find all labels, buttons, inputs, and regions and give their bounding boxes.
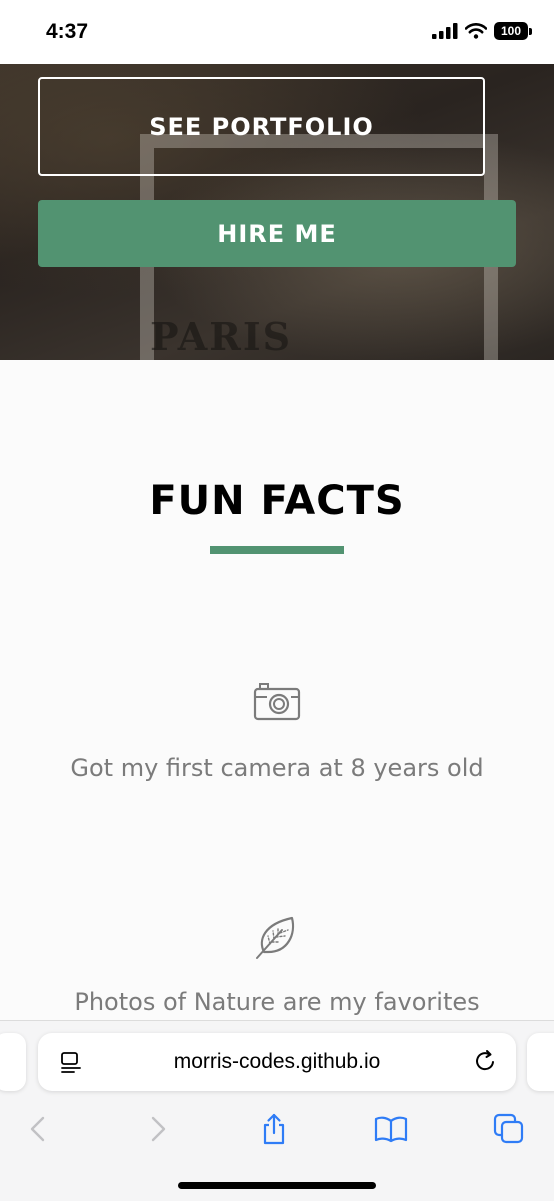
fun-facts-title: FUN FACTS: [149, 478, 405, 524]
see-portfolio-button[interactable]: SEE PORTFOLIO: [38, 77, 485, 176]
status-time: 4:37: [46, 20, 89, 43]
tabs-icon: [493, 1113, 524, 1144]
fact-text: Photos of Nature are my favorites: [74, 988, 480, 1016]
cellular-signal-icon: [432, 23, 458, 39]
reload-icon[interactable]: [474, 1049, 498, 1073]
bookmarks-button[interactable]: [371, 1109, 411, 1149]
battery-icon: 100: [494, 22, 532, 40]
status-icons: 100: [432, 22, 532, 40]
share-button[interactable]: [254, 1109, 294, 1149]
forward-button[interactable]: [138, 1109, 178, 1149]
next-tab-preview[interactable]: [527, 1033, 554, 1091]
hero-background-text: PARIS: [150, 314, 293, 359]
back-icon: [30, 1116, 45, 1142]
browser-bottom-bar: morris-codes.github.io: [0, 1020, 554, 1201]
hire-me-button[interactable]: HIRE ME: [38, 200, 516, 267]
previous-tab-preview[interactable]: [0, 1033, 26, 1091]
bookmarks-icon: [374, 1116, 408, 1143]
leaf-icon: [256, 916, 295, 959]
battery-level: 100: [494, 22, 528, 40]
status-bar: 4:37 100: [0, 0, 554, 64]
home-indicator: [178, 1182, 376, 1189]
wifi-icon: [465, 23, 487, 39]
hero-section: PARIS SEE PORTFOLIO HIRE ME: [0, 64, 554, 360]
url-text[interactable]: morris-codes.github.io: [38, 1033, 516, 1091]
tabs-button[interactable]: [489, 1109, 529, 1149]
address-bar[interactable]: morris-codes.github.io: [38, 1033, 516, 1091]
share-icon: [263, 1113, 285, 1145]
fact-text: Got my first camera at 8 years old: [70, 754, 484, 782]
camera-icon: [253, 683, 301, 721]
forward-icon: [151, 1116, 166, 1142]
back-button[interactable]: [18, 1109, 58, 1149]
title-underline: [210, 546, 344, 554]
